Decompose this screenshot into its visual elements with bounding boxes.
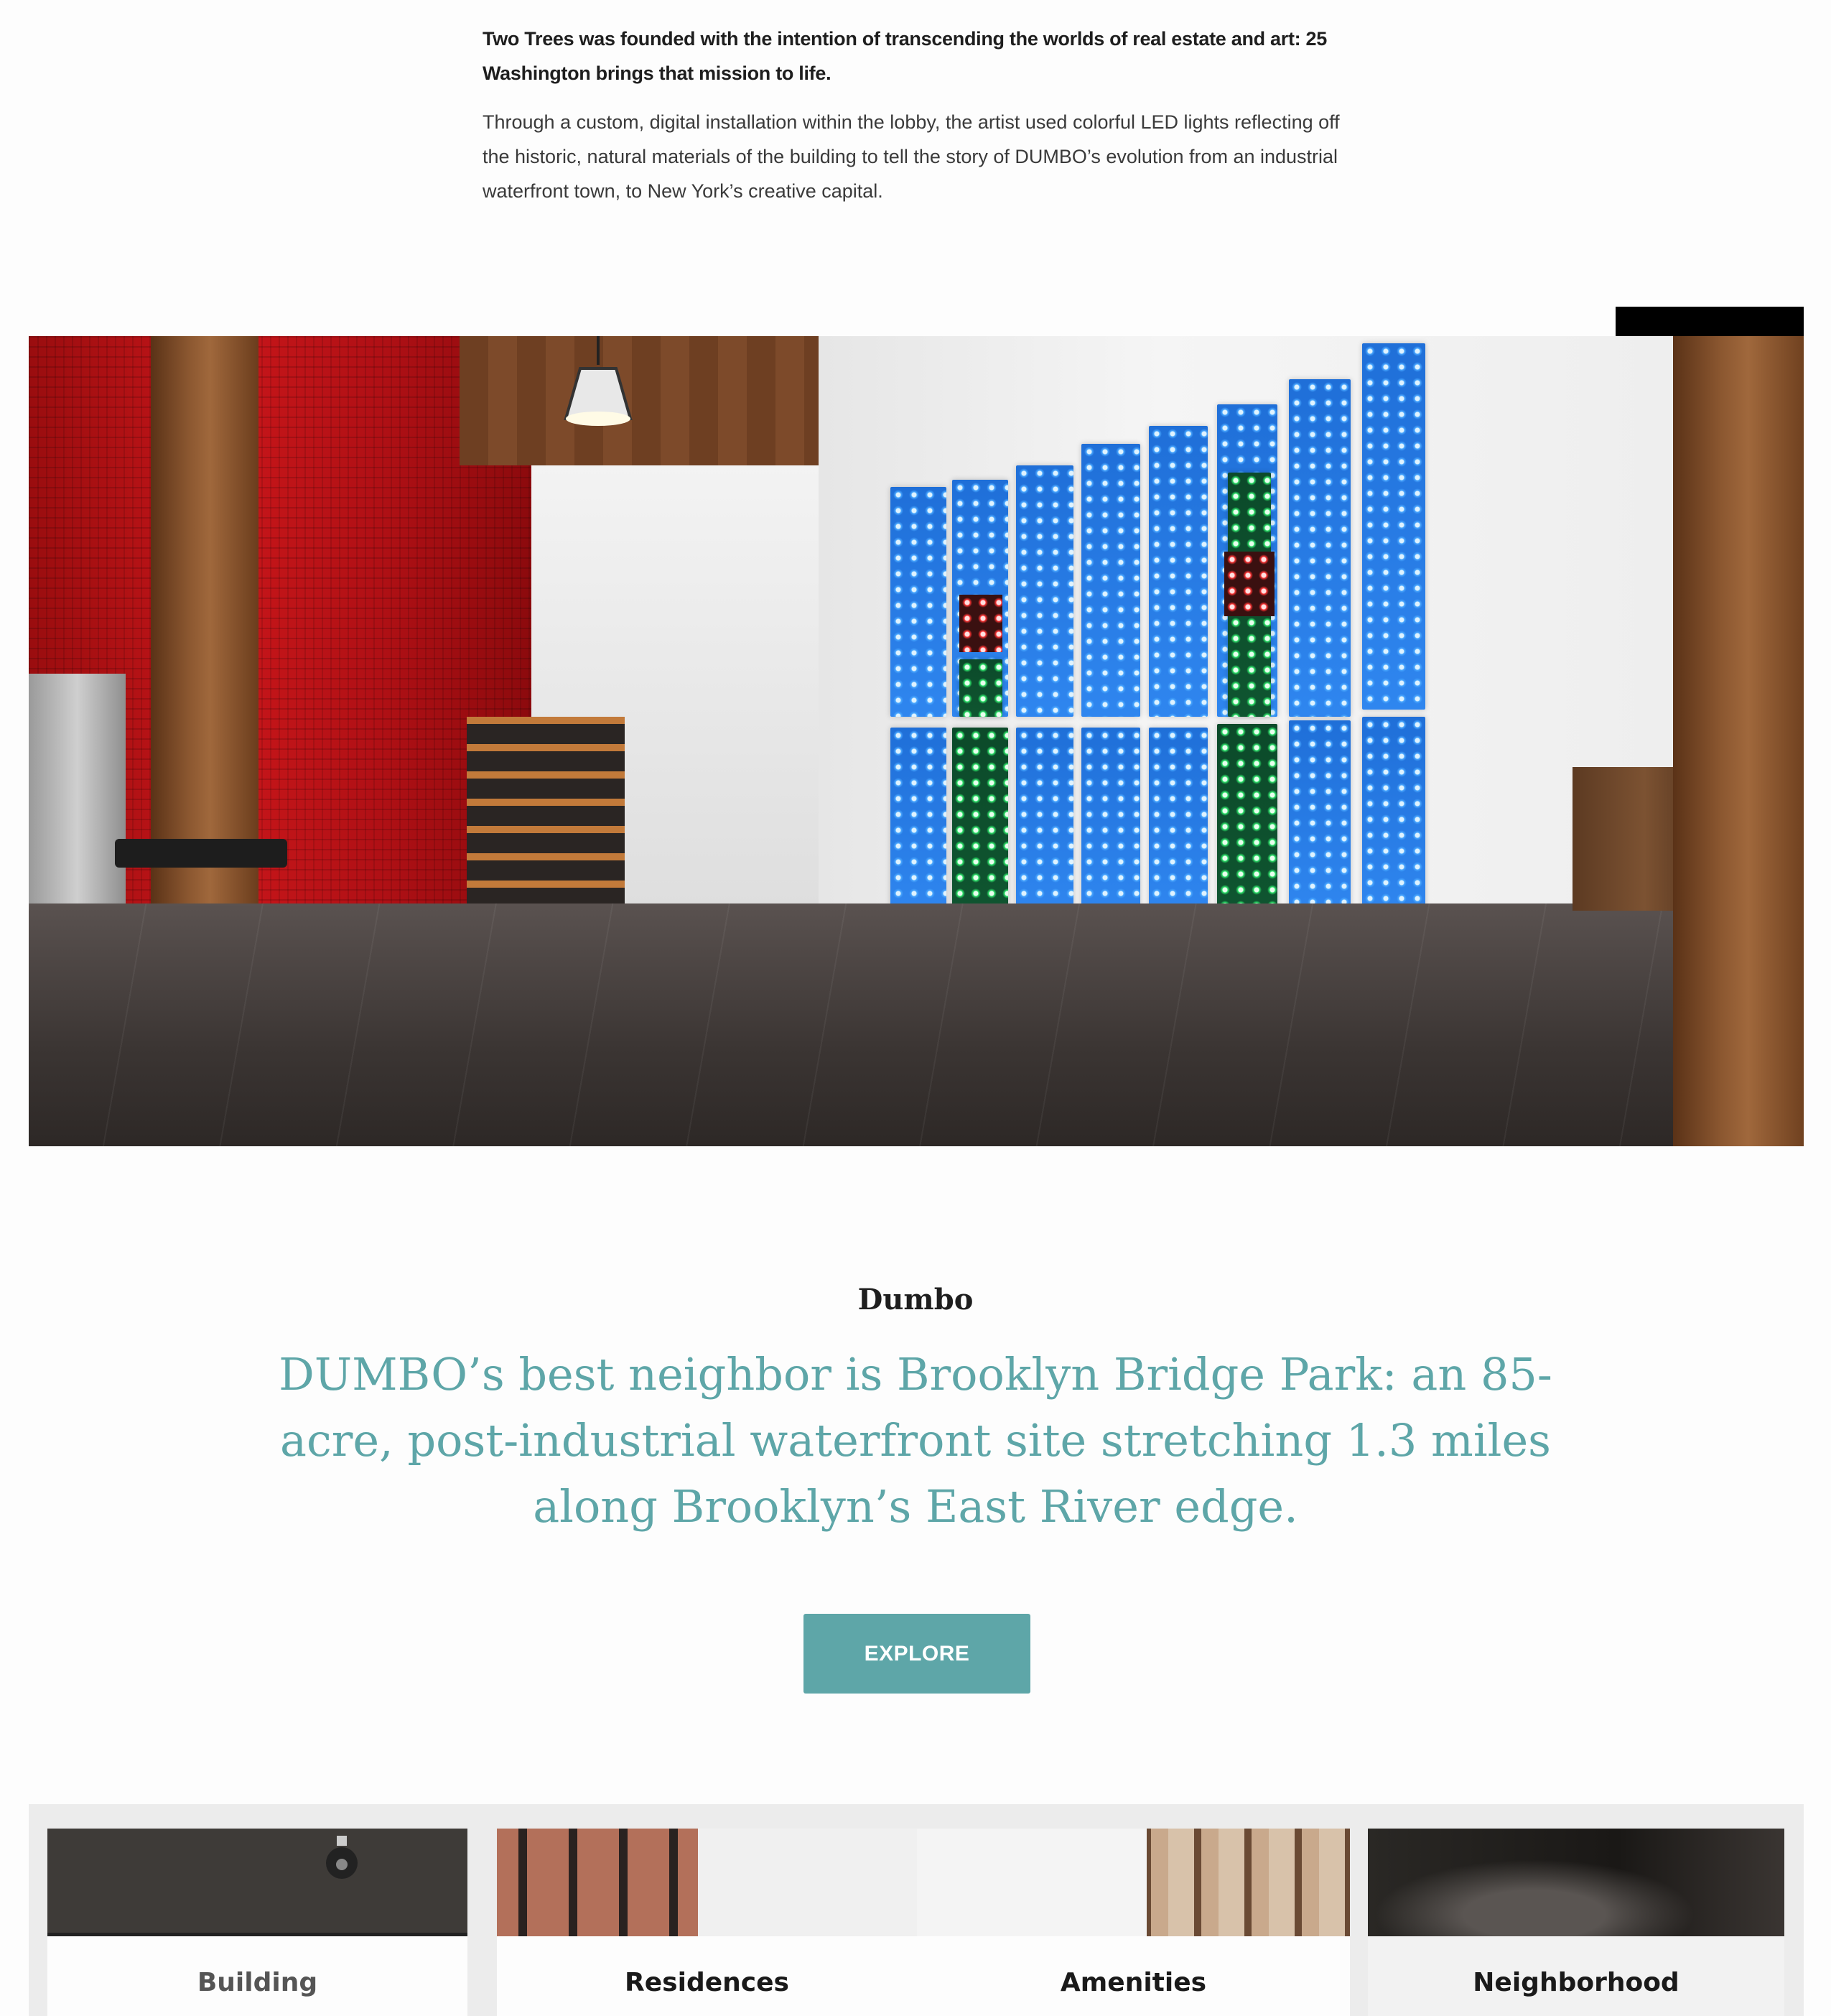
led-panel: [952, 728, 1008, 911]
led-panel: [1081, 444, 1140, 717]
explore-button[interactable]: EXPLORE: [803, 1614, 1030, 1694]
hero-top-bar: [1616, 307, 1804, 337]
card-label: Residences: [625, 1968, 789, 1997]
led-panel: [1362, 343, 1425, 710]
card-label: Building: [197, 1968, 318, 1997]
intro-lead: Two Trees was founded with the intention…: [483, 28, 1327, 84]
led-panel: [1362, 717, 1425, 911]
lobby-led-installation-photo: [29, 336, 1804, 1146]
led-panel: [1149, 426, 1208, 717]
led-panel: [1016, 728, 1073, 911]
led-panel: [890, 487, 946, 717]
amenities-thumbnail: [917, 1829, 1350, 1936]
led-panel: [1149, 728, 1208, 911]
led-red-figure: [1224, 552, 1275, 616]
led-panel: [1016, 465, 1073, 717]
nav-card-amenities[interactable]: Amenities: [917, 1829, 1350, 2016]
ceiling-camera-icon: [326, 1836, 358, 1879]
led-panel: [1289, 720, 1351, 911]
wood-column-right: [1673, 336, 1804, 1146]
neighborhood-thumbnail: [1368, 1829, 1784, 1936]
elevator-door: [29, 674, 126, 911]
led-panel: [1289, 379, 1351, 717]
pendant-lamp-icon: [564, 336, 633, 426]
card-label: Amenities: [1060, 1968, 1207, 1997]
tile-floor: [29, 904, 1804, 1146]
bench: [115, 839, 287, 868]
led-panel: [959, 659, 1002, 717]
nav-card-building[interactable]: Building: [47, 1829, 467, 2016]
section-title: Dumbo: [857, 1283, 974, 1316]
led-panel: [1081, 728, 1140, 911]
nav-card-residences[interactable]: Residences: [497, 1829, 917, 2016]
intro-text-block: Two Trees was founded with the intention…: [483, 22, 1344, 208]
led-red-figure: [959, 595, 1002, 652]
card-label: Neighborhood: [1473, 1968, 1679, 1997]
wood-ceiling: [460, 336, 819, 465]
neighborhood-quote: DUMBO’s best neighbor is Brooklyn Bridge…: [279, 1348, 1552, 1533]
intro-body: Through a custom, digital installation w…: [483, 111, 1340, 202]
led-panel: [1217, 724, 1277, 911]
led-panel: [890, 728, 946, 911]
nav-card-neighborhood[interactable]: Neighborhood: [1368, 1829, 1784, 2016]
building-thumbnail: [47, 1829, 467, 1936]
residences-thumbnail: [497, 1829, 917, 1936]
stairs: [467, 717, 625, 911]
